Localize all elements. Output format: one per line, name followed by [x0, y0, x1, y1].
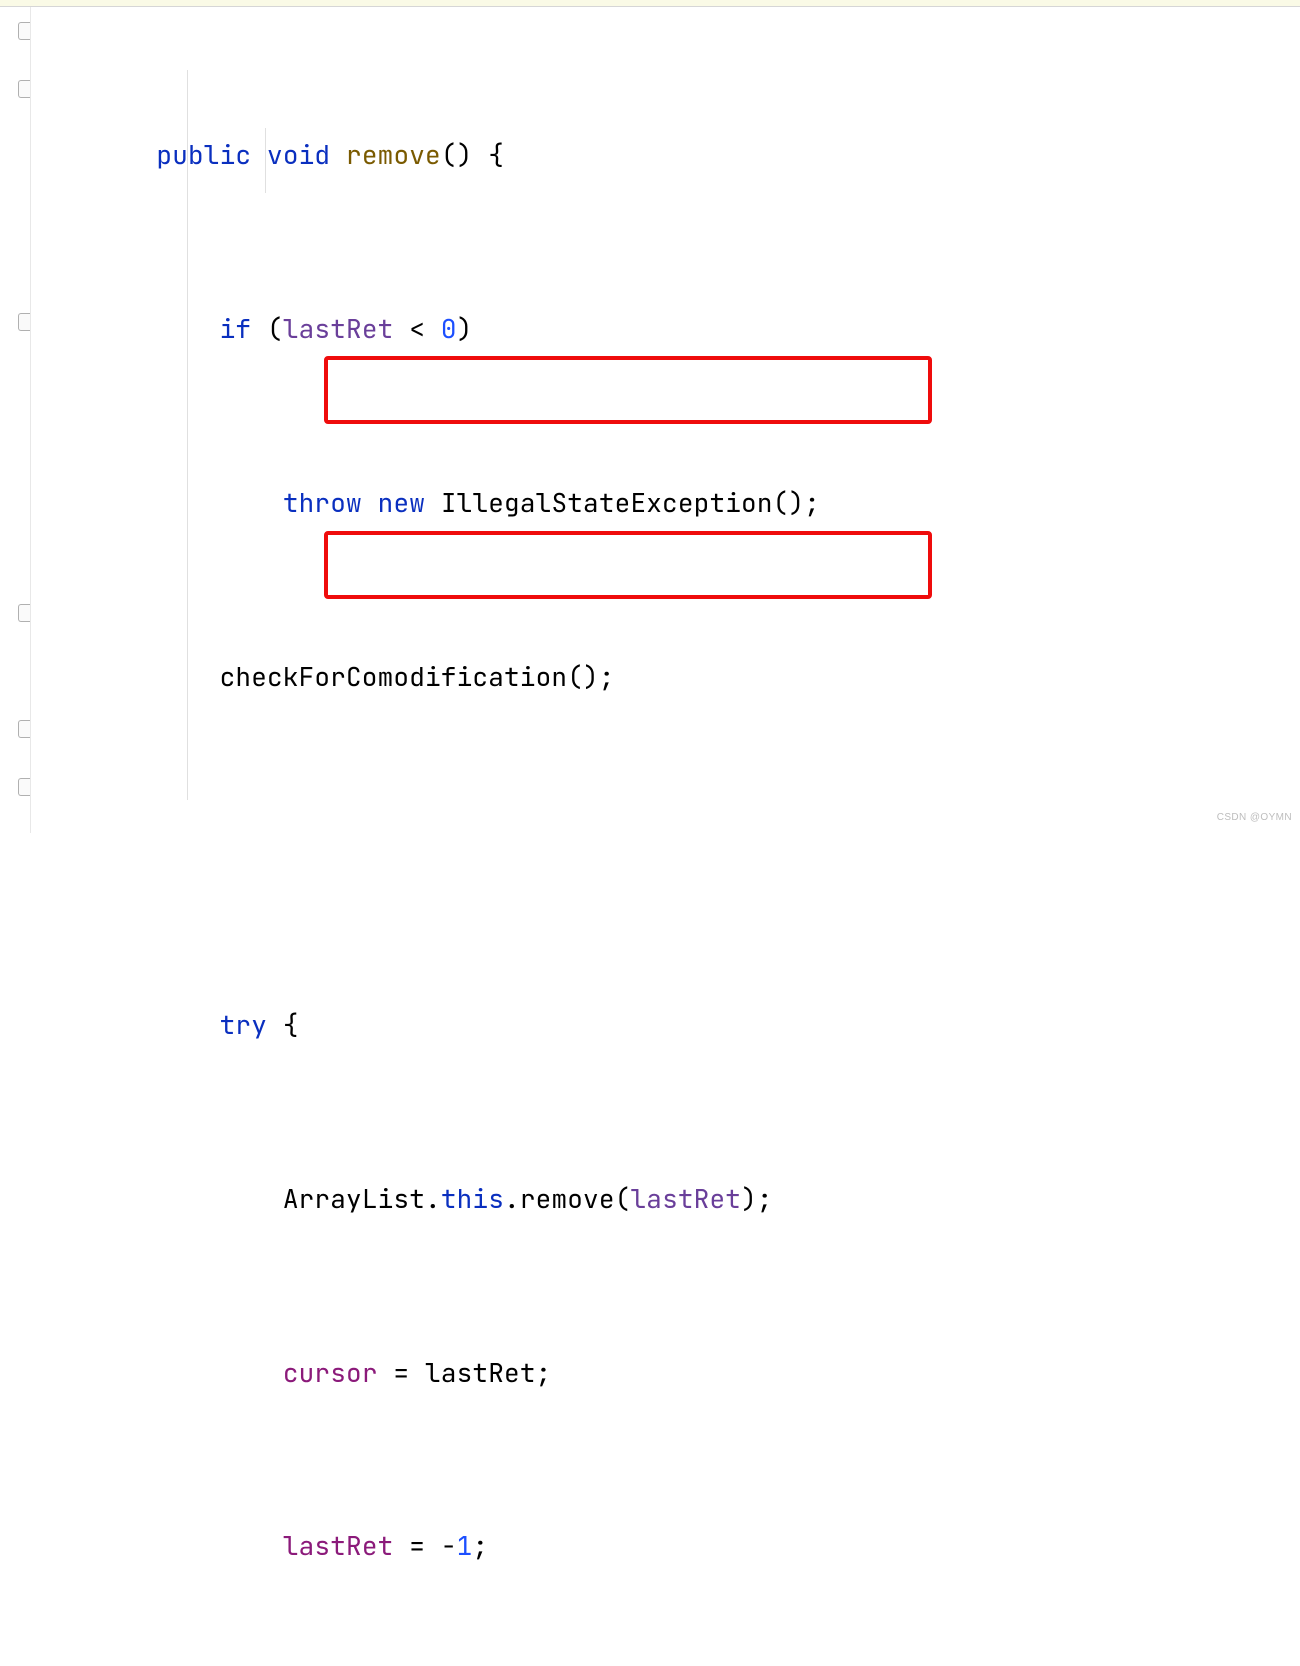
watermark: CSDN @OYMN [1217, 807, 1292, 829]
fold-marker-icon[interactable] [18, 313, 30, 331]
keyword-throw: throw [283, 485, 362, 520]
gutter [0, 0, 31, 833]
id-lastret: lastRet [425, 1355, 536, 1390]
text-close: ) [457, 311, 473, 346]
code-line[interactable] [30, 822, 1300, 880]
text-parens-brace: () { [441, 137, 504, 172]
fold-marker-icon[interactable] [18, 720, 30, 738]
text-semi: ; [472, 1528, 488, 1563]
code-line[interactable]: lastRet = -1; [30, 1517, 1300, 1575]
keyword-this: this [441, 1181, 504, 1216]
keyword-try: try [220, 1007, 267, 1042]
code-editor[interactable]: public void remove() { if (lastRet < 0) … [0, 0, 1300, 833]
field-lastret: lastRet [283, 1528, 394, 1563]
text-open: ( [615, 1181, 631, 1216]
fold-marker-icon[interactable] [18, 22, 30, 40]
fold-marker-icon[interactable] [18, 778, 30, 796]
code-line[interactable]: public void remove() { [30, 126, 1300, 184]
fold-marker-icon[interactable] [18, 604, 30, 622]
text-neg: - [441, 1528, 457, 1563]
keyword-void: void [267, 137, 330, 172]
text-lt: < [393, 311, 440, 346]
text-eq: = [393, 1528, 440, 1563]
method-remove-call: remove [520, 1181, 615, 1216]
text-semi: (); [773, 485, 820, 520]
fold-marker-icon[interactable] [18, 80, 30, 98]
id-lastret: lastRet [630, 1181, 741, 1216]
code-line[interactable]: ArrayList.this.remove(lastRet); [30, 1170, 1300, 1228]
space [330, 137, 346, 172]
text-semi: (); [567, 659, 614, 694]
id-lastret: lastRet [283, 311, 394, 346]
text-eq: = [378, 1355, 425, 1390]
type-illegalstate: IllegalStateException [441, 485, 773, 520]
keyword-public: public [156, 137, 251, 172]
text-brace: { [267, 1007, 299, 1042]
method-checkfor: checkForComodification [220, 659, 568, 694]
text-dot: . [504, 1181, 520, 1216]
code-area[interactable]: public void remove() { if (lastRet < 0) … [30, 10, 1300, 1666]
text-dot: . [425, 1181, 441, 1216]
keyword-new: new [378, 485, 425, 520]
text-open: ( [251, 311, 283, 346]
code-line[interactable]: throw new IllegalStateException(); [30, 474, 1300, 532]
code-line[interactable]: cursor = lastRet; [30, 1344, 1300, 1402]
space [425, 485, 441, 520]
num-one: 1 [457, 1528, 473, 1563]
text-semi: ; [536, 1355, 552, 1390]
type-arraylist: ArrayList [283, 1181, 425, 1216]
space [251, 137, 267, 172]
num-zero: 0 [441, 311, 457, 346]
field-cursor: cursor [283, 1355, 378, 1390]
space [362, 485, 378, 520]
code-line[interactable]: try { [30, 996, 1300, 1054]
code-line[interactable]: checkForComodification(); [30, 648, 1300, 706]
code-line[interactable]: if (lastRet < 0) [30, 300, 1300, 358]
top-strip [0, 0, 1300, 7]
method-remove: remove [346, 137, 441, 172]
text-close: ); [741, 1181, 773, 1216]
keyword-if: if [220, 311, 252, 346]
